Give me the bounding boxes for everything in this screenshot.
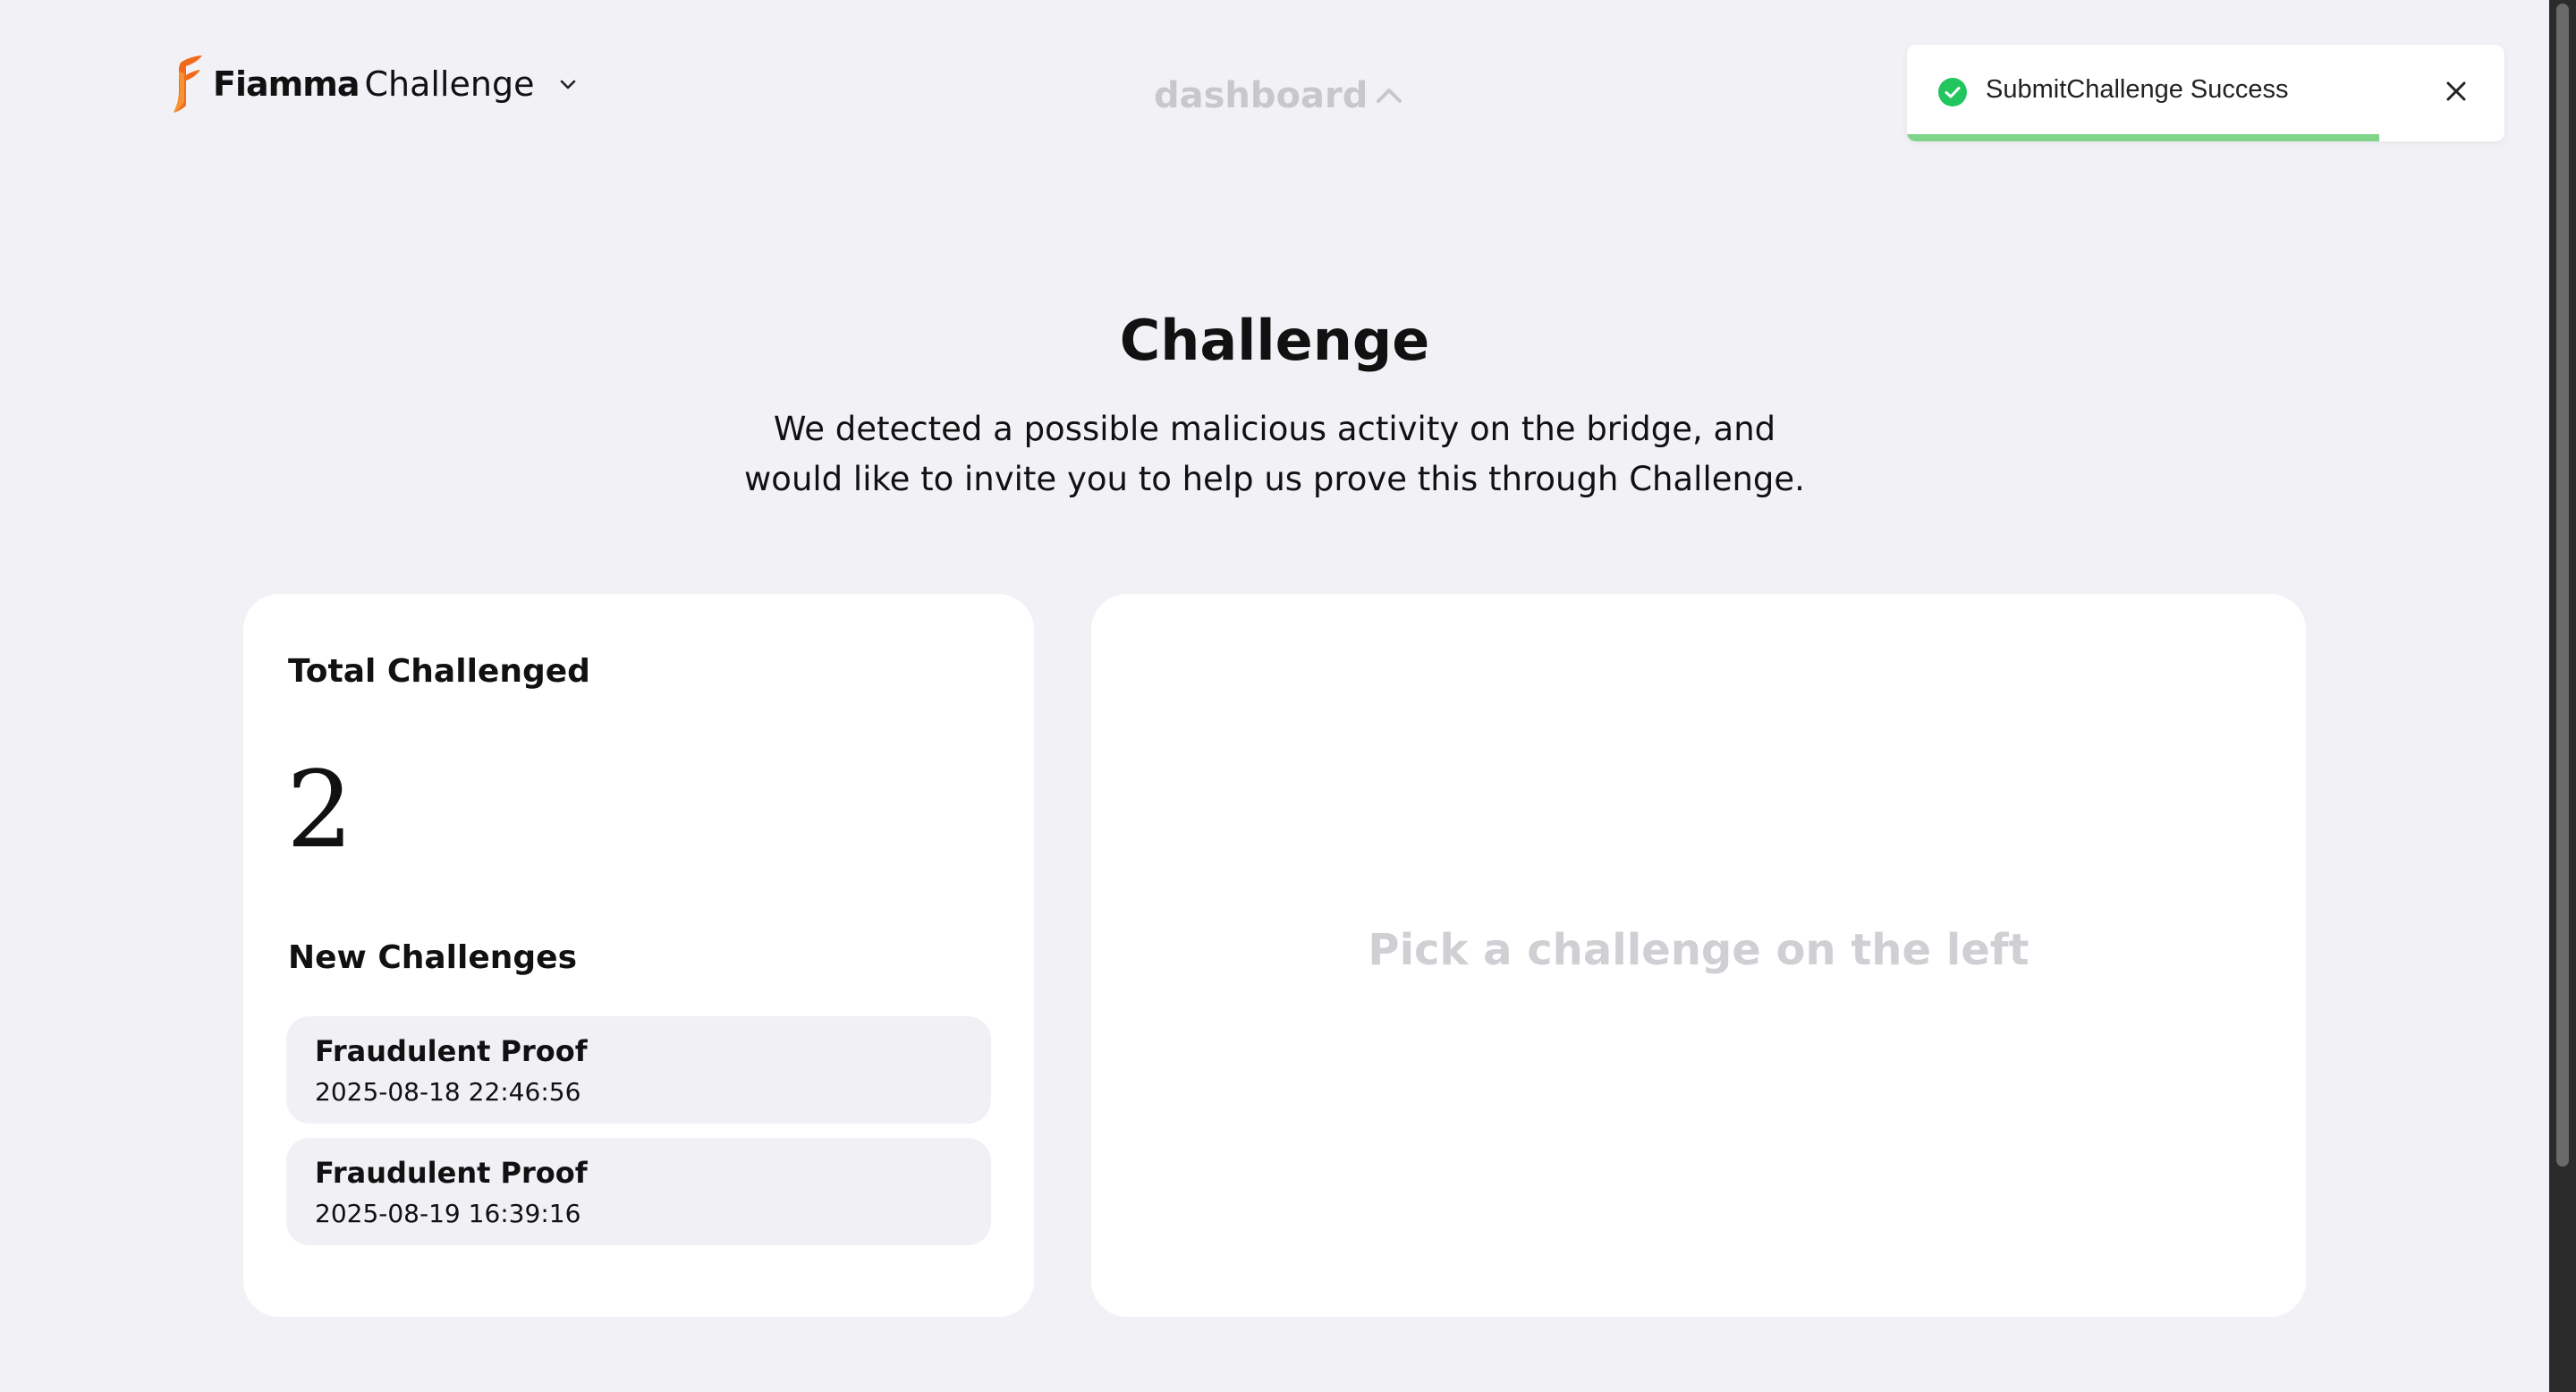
close-icon[interactable] (2440, 75, 2472, 107)
success-check-icon (1938, 78, 1967, 106)
app-name: Challenge (364, 64, 535, 104)
page: Fiamma Challenge dashboard Challenge We … (0, 0, 2549, 1392)
page-scrollbar[interactable] (2549, 0, 2576, 1392)
description-line-2: would like to invite you to help us prov… (744, 460, 1805, 498)
dashboard-label: dashboard (1154, 75, 1368, 116)
new-challenges-label: New Challenges (288, 939, 578, 976)
dashboard-toggle[interactable]: dashboard (1154, 73, 1405, 118)
chevron-down-icon (561, 80, 576, 89)
page-title: Challenge (1119, 308, 1430, 373)
challenge-item[interactable]: Fraudulent Proof 2025-08-19 16:39:16 (286, 1138, 991, 1245)
brand-wordmark: Fiamma (213, 64, 360, 104)
toast-progress-bar (1907, 134, 2379, 141)
detail-placeholder: Pick a challenge on the left (1368, 925, 2029, 975)
challenge-item[interactable]: Fraudulent Proof 2025-08-18 22:46:56 (286, 1016, 991, 1124)
challenge-detail-panel: Pick a challenge on the left (1091, 594, 2306, 1317)
chevron-up-icon (1377, 89, 1402, 103)
challenges-panel: Total Challenged 2 New Challenges Fraudu… (243, 594, 1034, 1317)
total-challenged-label: Total Challenged (288, 653, 590, 690)
fiamma-logo-icon (174, 55, 202, 113)
toast-message: SubmitChallenge Success (1986, 75, 2289, 104)
app-switcher[interactable]: Fiamma Challenge (172, 55, 579, 113)
description-line-1: We detected a possible malicious activit… (773, 410, 1776, 448)
challenge-title: Fraudulent Proof (315, 1156, 588, 1190)
challenge-title: Fraudulent Proof (315, 1034, 588, 1068)
page-description: We detected a possible malicious activit… (733, 404, 1816, 505)
challenge-list: Fraudulent Proof 2025-08-18 22:46:56 Fra… (286, 1016, 991, 1260)
scrollbar-thumb[interactable] (2556, 4, 2569, 1167)
toast-progress-track (1907, 134, 2504, 141)
success-toast: SubmitChallenge Success (1907, 45, 2504, 141)
challenge-date: 2025-08-18 22:46:56 (315, 1077, 581, 1107)
total-challenged-value: 2 (286, 748, 354, 871)
challenge-date: 2025-08-19 16:39:16 (315, 1199, 581, 1228)
